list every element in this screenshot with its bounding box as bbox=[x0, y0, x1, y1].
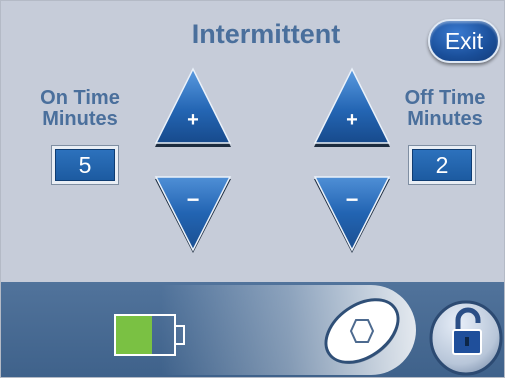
on-time-increase-symbol: + bbox=[187, 109, 199, 131]
on-time-increase-button[interactable]: + bbox=[153, 67, 233, 149]
on-time-value: 5 bbox=[51, 145, 119, 185]
exit-button[interactable]: Exit bbox=[428, 19, 500, 63]
page-title: Intermittent bbox=[191, 19, 341, 49]
off-time-increase-symbol: + bbox=[346, 109, 358, 131]
battery-icon bbox=[114, 314, 185, 356]
on-time-label-line1: On Time bbox=[40, 87, 120, 109]
off-time-value: 2 bbox=[408, 145, 476, 185]
off-time-label-line1: Off Time bbox=[404, 87, 486, 109]
on-time-decrease-button[interactable]: − bbox=[153, 174, 233, 254]
off-time-label: Off Time Minutes bbox=[394, 88, 496, 130]
off-time-label-line2: Minutes bbox=[407, 108, 483, 130]
slide-to-unlock-knob-icon[interactable] bbox=[317, 291, 407, 371]
on-time-label-line2: Minutes bbox=[42, 108, 118, 130]
unlock-button[interactable] bbox=[428, 296, 504, 376]
off-time-increase-button[interactable]: + bbox=[312, 67, 392, 149]
intermittent-settings-screen: Intermittent Exit On Time Minutes 5 + − bbox=[0, 0, 505, 378]
off-time-decrease-button[interactable]: − bbox=[312, 174, 392, 254]
on-time-decrease-symbol: − bbox=[187, 187, 200, 212]
on-time-label: On Time Minutes bbox=[29, 88, 131, 130]
off-time-decrease-symbol: − bbox=[346, 187, 359, 212]
